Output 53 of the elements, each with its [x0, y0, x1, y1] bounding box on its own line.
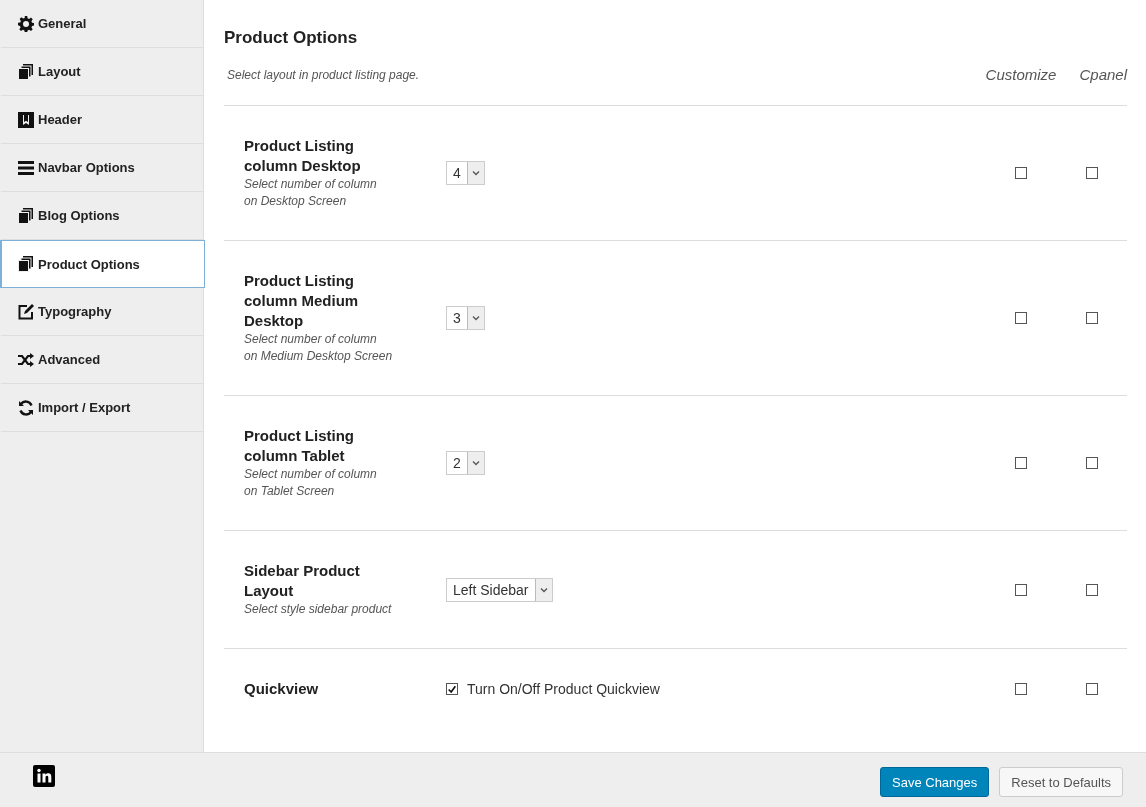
- bookmark-icon: [18, 111, 34, 128]
- sidebar-item[interactable]: Advanced: [0, 336, 203, 384]
- checkbox[interactable]: [1015, 583, 1027, 596]
- caret-icon: [539, 586, 548, 593]
- option-title: Quickview: [244, 679, 319, 699]
- sidebar-item[interactable]: General: [0, 0, 203, 48]
- option-title: Product Listing column Desktop: [244, 136, 362, 176]
- select-dropdown[interactable]: 4: [446, 161, 485, 185]
- caret-icon: [472, 315, 480, 321]
- caret-icon: [472, 170, 480, 176]
- checkbox[interactable]: [1086, 583, 1098, 596]
- sidebar-item[interactable]: Import / Export: [0, 384, 203, 432]
- menu-icon: [18, 159, 34, 176]
- copy-icon: [18, 63, 34, 80]
- checkbox[interactable]: [1086, 167, 1098, 179]
- refresh-icon: [18, 399, 34, 416]
- column-heading: Customize: [985, 66, 1057, 83]
- section-description: Select layout in product listing page.: [226, 67, 420, 82]
- gear-icon: [18, 15, 34, 32]
- select-dropdown[interactable]: Left Sidebar: [446, 577, 553, 602]
- section-title: Product Options: [224, 28, 359, 48]
- option-description: Select number of column on Desktop Screen: [244, 176, 377, 210]
- sidebar-item[interactable]: Layout: [0, 48, 203, 96]
- checkbox[interactable]: [1015, 683, 1027, 695]
- option-description: Select number of column on Medium Desktop Screen: [244, 331, 393, 365]
- select-dropdown[interactable]: 3: [446, 306, 485, 330]
- reset-button[interactable]: Reset to Defaults: [999, 767, 1123, 797]
- save-button[interactable]: Save Changes: [880, 767, 990, 797]
- select-dropdown[interactable]: 2: [446, 451, 485, 475]
- checkbox[interactable]: [446, 683, 458, 695]
- checkbox[interactable]: [1015, 457, 1027, 469]
- copy-icon: [18, 256, 34, 272]
- option-title: Sidebar Product Layout: [244, 561, 361, 601]
- checkbox[interactable]: [1015, 167, 1027, 179]
- column-heading: Cpanel: [1079, 66, 1127, 83]
- checkbox[interactable]: [1086, 312, 1098, 324]
- checkbox[interactable]: [1086, 683, 1098, 695]
- option-title: Product Listing column Tablet: [244, 426, 355, 466]
- checkbox[interactable]: [1015, 312, 1027, 324]
- option-description: Select number of column on Tablet Screen: [244, 466, 377, 500]
- sidebar-item[interactable]: Header: [0, 96, 203, 144]
- social-icon[interactable]: [33, 765, 55, 787]
- option-description: Select style sidebar product: [244, 601, 392, 618]
- checkbox-label: Turn On/Off Product Quickview: [467, 681, 660, 697]
- caret-icon: [472, 460, 480, 466]
- sidebar-item[interactable]: Typography: [0, 288, 203, 336]
- checkbox[interactable]: [1086, 457, 1098, 469]
- sidebar-item[interactable]: Product Options: [0, 240, 205, 288]
- sidebar-item[interactable]: Navbar Options: [0, 144, 203, 192]
- edit-icon: [18, 303, 34, 320]
- option-title: Product Listing column Medium Desktop: [244, 271, 360, 331]
- copy-icon: [18, 207, 34, 224]
- shuffle-icon: [18, 351, 34, 368]
